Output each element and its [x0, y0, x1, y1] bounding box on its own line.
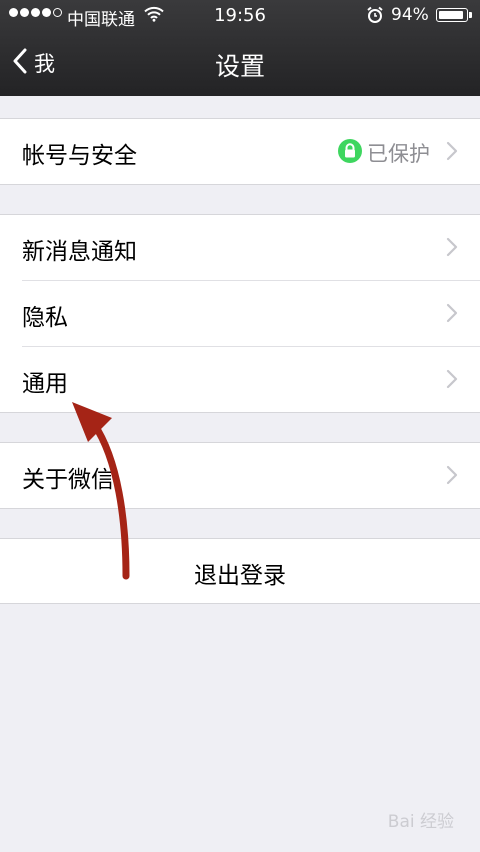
chevron-right-icon [446, 369, 458, 395]
chevron-right-icon [446, 141, 458, 167]
alarm-icon [366, 6, 384, 29]
header: 中国联通 19:56 94% 我 设置 [0, 0, 480, 96]
cell-label: 隐私 [22, 305, 68, 331]
new-message-notification-cell[interactable]: 新消息通知 [0, 215, 480, 280]
status-bar: 中国联通 19:56 94% [0, 0, 480, 32]
about-wechat-cell[interactable]: 关于微信 [0, 443, 480, 508]
battery-fill [439, 11, 464, 19]
protection-status-text: 已保护 [367, 142, 430, 166]
battery-icon [436, 8, 468, 22]
chevron-right-icon [446, 237, 458, 263]
protection-status: 已保护 [338, 138, 430, 168]
battery-tip [469, 12, 472, 18]
page-title: 设置 [214, 52, 265, 81]
settings-group-account: 帐号与安全 已保护 [0, 118, 480, 185]
logout-button[interactable]: 退出登录 [0, 538, 480, 604]
chevron-right-icon [446, 465, 458, 491]
privacy-cell[interactable]: 隐私 [22, 280, 480, 346]
settings-group-general: 新消息通知 隐私 通用 [0, 214, 480, 413]
battery-percent: 94% [391, 5, 429, 25]
navigation-bar: 我 设置 [0, 32, 480, 96]
cell-label: 通用 [22, 371, 68, 397]
settings-group-about: 关于微信 [0, 442, 480, 509]
lock-icon [338, 138, 362, 168]
logout-label: 退出登录 [194, 563, 286, 589]
watermark: Bai 经验 [387, 812, 454, 832]
general-cell[interactable]: 通用 [22, 346, 480, 412]
cell-label: 新消息通知 [22, 239, 137, 265]
cell-label: 关于微信 [22, 467, 114, 493]
account-security-cell[interactable]: 帐号与安全 已保护 [0, 119, 480, 184]
chevron-right-icon [446, 303, 458, 329]
cell-label: 帐号与安全 [22, 143, 137, 169]
